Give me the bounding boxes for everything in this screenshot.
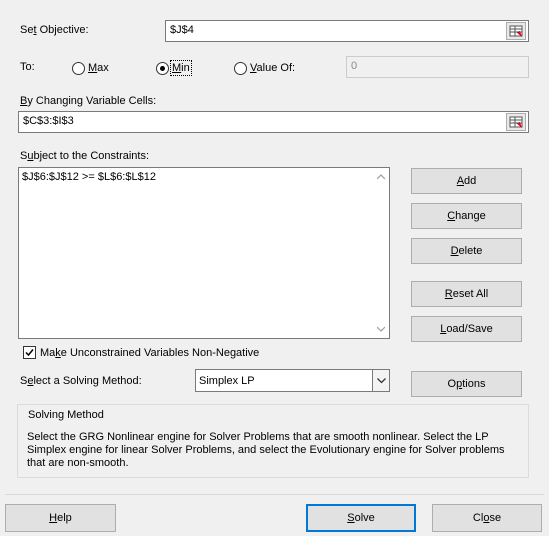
footer-divider <box>5 494 544 495</box>
constraints-list[interactable]: $J$6:$J$12 >= $L$6:$L$12 <box>18 167 390 339</box>
changing-cells-input[interactable]: $C$3:$I$3 <box>18 111 529 133</box>
changing-cells-value: $C$3:$I$3 <box>23 115 74 127</box>
constraints-label: Subject to the Constraints: <box>20 150 150 162</box>
max-label: Max <box>88 62 109 74</box>
nonneg-label: Make Unconstrained Variables Non-Negativ… <box>40 347 260 359</box>
value-of-label: Value Of: <box>250 62 296 74</box>
to-label: To: <box>20 61 35 73</box>
solving-method-value: Simplex LP <box>199 375 255 387</box>
options-button[interactable]: Options <box>411 371 522 397</box>
load-save-button[interactable]: Load/Save <box>411 316 522 342</box>
constraints-scrollbar[interactable] <box>373 168 389 338</box>
solving-method-group: Solving Method Select the GRG Nonlinear … <box>17 404 529 478</box>
close-button[interactable]: Close <box>432 504 542 532</box>
change-button[interactable]: Change <box>411 203 522 229</box>
value-of-radio[interactable] <box>234 62 247 75</box>
nonneg-checkbox[interactable] <box>23 346 36 359</box>
value-of-input[interactable]: 0 <box>346 56 529 78</box>
constraint-item[interactable]: $J$6:$J$12 >= $L$6:$L$12 <box>22 171 156 183</box>
scroll-down-arrow-icon[interactable] <box>377 326 385 332</box>
solving-method-description: Select the GRG Nonlinear engine for Solv… <box>27 431 505 469</box>
range-select-icon <box>509 25 523 37</box>
min-radio-selected-dot <box>160 66 165 71</box>
solve-button[interactable]: Solve <box>306 504 416 532</box>
changing-cells-label: By Changing Variable Cells: <box>20 95 157 107</box>
min-label: Min <box>170 60 192 76</box>
range-select-icon <box>509 116 523 128</box>
chevron-down-icon <box>377 378 386 384</box>
add-button[interactable]: Add <box>411 168 522 194</box>
collapse-dialog-changing-button[interactable] <box>506 113 526 131</box>
set-objective-value: $J$4 <box>170 24 194 36</box>
solving-method-label: Select a Solving Method: <box>20 375 142 387</box>
solving-method-group-title: Solving Method <box>28 409 104 421</box>
set-objective-input[interactable]: $J$4 <box>165 20 529 42</box>
set-objective-label: Set Objective: <box>20 24 89 36</box>
help-button[interactable]: Help <box>5 504 116 532</box>
max-radio[interactable] <box>72 62 85 75</box>
delete-button[interactable]: Delete <box>411 238 522 264</box>
checkmark-icon <box>25 349 34 357</box>
solving-method-dropdown-button[interactable] <box>372 370 389 391</box>
collapse-dialog-objective-button[interactable] <box>506 22 526 40</box>
scroll-up-arrow-icon[interactable] <box>377 174 385 180</box>
reset-all-button[interactable]: Reset All <box>411 281 522 307</box>
solving-method-select[interactable]: Simplex LP <box>195 369 390 392</box>
min-radio[interactable] <box>156 62 169 75</box>
